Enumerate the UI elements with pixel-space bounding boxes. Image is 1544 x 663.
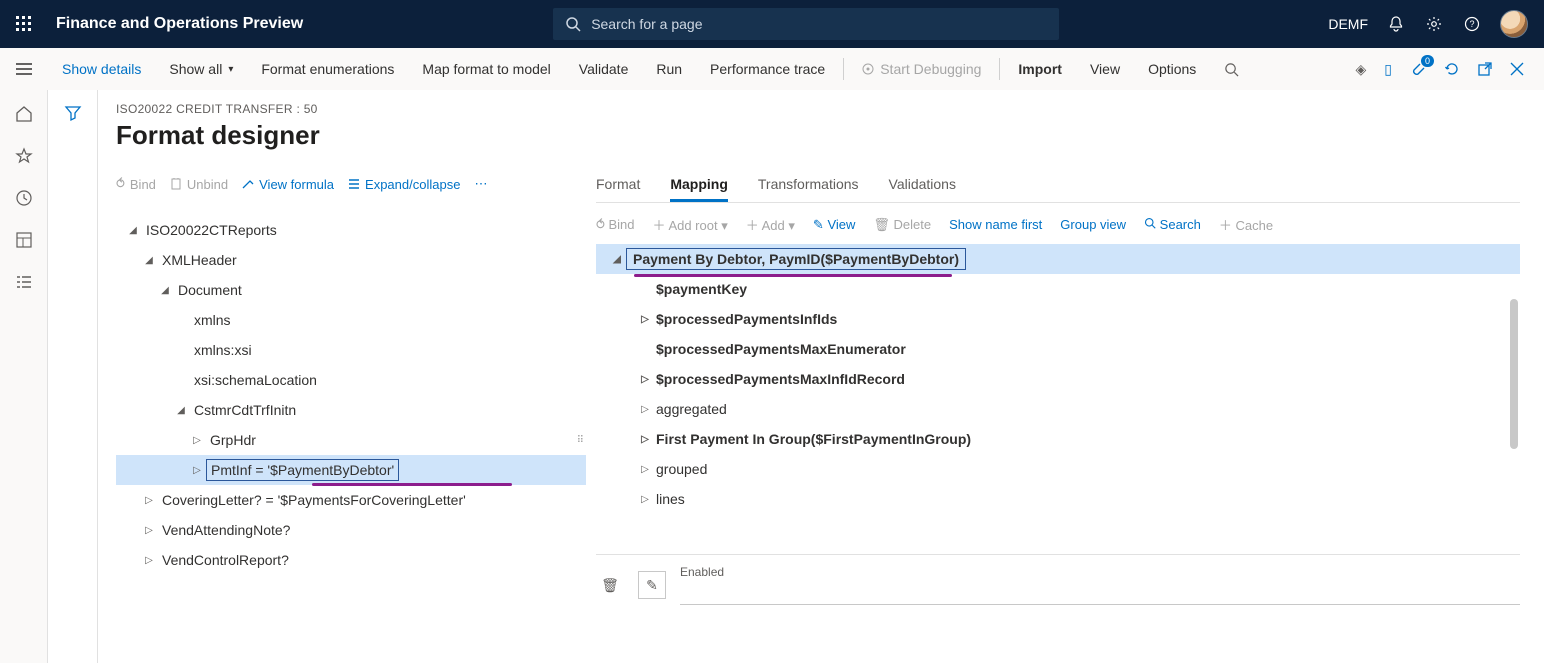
performance-trace-button[interactable]: Performance trace [696, 48, 839, 90]
top-nav: Finance and Operations Preview Search fo… [0, 0, 1544, 48]
mapping-node[interactable]: ▷aggregated [596, 394, 1520, 424]
action-bar: Show details Show all▾ Format enumeratio… [0, 48, 1544, 90]
mapping-node[interactable]: $processedPaymentsMaxEnumerator [596, 334, 1520, 364]
link-icon[interactable]: ◈ [1356, 61, 1367, 78]
tree-node[interactable]: xmlns [116, 305, 586, 335]
view-formula-button[interactable]: View formula [242, 177, 334, 192]
search-button-right[interactable]: Search [1144, 217, 1201, 232]
tree-node[interactable]: ◢ISO20022CTReports [116, 215, 586, 245]
tab-format[interactable]: Format [596, 176, 640, 202]
scrollbar[interactable] [1510, 299, 1518, 449]
tree-node[interactable]: ◢CstmrCdtTrfInitn [116, 395, 586, 425]
bell-icon[interactable] [1386, 14, 1406, 34]
show-all-button[interactable]: Show all▾ [155, 48, 247, 90]
refresh-icon[interactable] [1444, 61, 1460, 77]
top-right-controls: DEMF ? [1328, 10, 1544, 38]
show-name-first-button[interactable]: Show name first [949, 217, 1042, 232]
view-button-right[interactable]: ✎ View [813, 217, 855, 233]
app-launcher-icon[interactable] [0, 16, 48, 32]
left-rail [0, 90, 48, 663]
close-icon[interactable] [1510, 62, 1524, 76]
options-button[interactable]: Options [1134, 48, 1210, 90]
popout-icon[interactable] [1478, 62, 1492, 76]
tree-node[interactable]: ▷VendControlReport? [116, 545, 586, 575]
add-button[interactable]: ＋ Add ▾ [746, 215, 795, 234]
highlight-underline [634, 274, 952, 277]
bind-button[interactable]: ⥀Bind [116, 176, 156, 192]
filter-icon[interactable] [64, 104, 82, 663]
add-root-button[interactable]: ＋ Add root ▾ [653, 215, 728, 234]
enabled-field[interactable] [680, 581, 1520, 605]
tree-node[interactable]: ▷GrpHdr⠿ [116, 425, 586, 455]
tab-validations[interactable]: Validations [889, 176, 956, 202]
user-avatar[interactable] [1500, 10, 1528, 38]
start-debugging-button[interactable]: Start Debugging [848, 48, 995, 90]
delete-button[interactable]: 🗑 Delete [873, 217, 931, 233]
svg-text:?: ? [1469, 19, 1474, 29]
more-icon[interactable]: ⋯ [474, 176, 487, 192]
tree-node-selected[interactable]: ▷PmtInf = '$PaymentByDebtor' [116, 455, 586, 485]
tree-node[interactable]: ▷VendAttendingNote? [116, 515, 586, 545]
validate-button[interactable]: Validate [565, 48, 643, 90]
enabled-label: Enabled [680, 565, 1520, 579]
page-title: Format designer [116, 120, 1520, 151]
tree-node[interactable]: xmlns:xsi [116, 335, 586, 365]
mapping-toolbar: ⥀ Bind ＋ Add root ▾ ＋ Add ▾ ✎ View 🗑 Del… [596, 215, 1520, 234]
left-pane-toolbar: ⥀Bind Unbind View formula Expand/collaps… [116, 167, 586, 201]
delete-property-icon[interactable]: 🗑 [596, 571, 624, 599]
mapping-node[interactable]: ▷First Payment In Group($FirstPaymentInG… [596, 424, 1520, 454]
mapping-node[interactable]: ▷grouped [596, 454, 1520, 484]
cache-button[interactable]: ＋ Cache [1219, 215, 1273, 234]
tab-mapping[interactable]: Mapping [670, 176, 728, 202]
right-tabs: Format Mapping Transformations Validatio… [596, 167, 1520, 203]
format-tree: ◢ISO20022CTReports ◢XMLHeader ◢Document … [116, 215, 586, 575]
tab-transformations[interactable]: Transformations [758, 176, 859, 202]
actionbar-search-icon[interactable] [1210, 48, 1253, 90]
group-view-button[interactable]: Group view [1060, 217, 1126, 232]
bind-button-right[interactable]: ⥀ Bind [596, 217, 635, 233]
edit-property-icon[interactable]: ✎ [638, 571, 666, 599]
hamburger-icon[interactable] [0, 63, 48, 75]
attachments-icon[interactable]: 0 [1410, 61, 1426, 77]
mapping-node[interactable]: ▷$processedPaymentsMaxInfIdRecord [596, 364, 1520, 394]
view-button[interactable]: View [1076, 48, 1134, 90]
star-icon[interactable] [14, 146, 34, 166]
format-enumerations-button[interactable]: Format enumerations [247, 48, 408, 90]
import-button[interactable]: Import [1004, 48, 1076, 90]
help-icon[interactable]: ? [1462, 14, 1482, 34]
tree-node[interactable]: ▷CoveringLetter? = '$PaymentsForCovering… [116, 485, 586, 515]
tree-node[interactable]: ◢XMLHeader [116, 245, 586, 275]
mapping-tree: ◢Payment By Debtor, PaymID($PaymentByDeb… [596, 244, 1520, 514]
mapping-node[interactable]: $paymentKey [596, 274, 1520, 304]
mapping-node[interactable]: ▷lines [596, 484, 1520, 514]
properties-section: 🗑 ✎ Enabled [596, 554, 1520, 615]
home-icon[interactable] [14, 104, 34, 124]
modules-icon[interactable] [14, 272, 34, 292]
recent-icon[interactable] [14, 188, 34, 208]
office-icon[interactable]: ▯ [1384, 61, 1392, 78]
breadcrumb: ISO20022 CREDIT TRANSFER : 50 [116, 102, 1520, 116]
tree-node[interactable]: ◢Document [116, 275, 586, 305]
workspace-icon[interactable] [14, 230, 34, 250]
global-search[interactable]: Search for a page [553, 8, 1059, 40]
app-title: Finance and Operations Preview [48, 15, 303, 33]
expand-collapse-button[interactable]: Expand/collapse [348, 177, 460, 192]
unbind-button[interactable]: Unbind [170, 177, 228, 192]
mapping-node-selected[interactable]: ◢Payment By Debtor, PaymID($PaymentByDeb… [596, 244, 1520, 274]
gear-icon[interactable] [1424, 14, 1444, 34]
tree-node[interactable]: xsi:schemaLocation [116, 365, 586, 395]
search-placeholder: Search for a page [591, 16, 702, 32]
run-button[interactable]: Run [642, 48, 696, 90]
map-format-button[interactable]: Map format to model [408, 48, 564, 90]
mapping-node[interactable]: ▷$processedPaymentsInfIds [596, 304, 1520, 334]
filter-column [48, 90, 98, 663]
show-details-button[interactable]: Show details [48, 48, 155, 90]
company-label[interactable]: DEMF [1328, 16, 1368, 32]
